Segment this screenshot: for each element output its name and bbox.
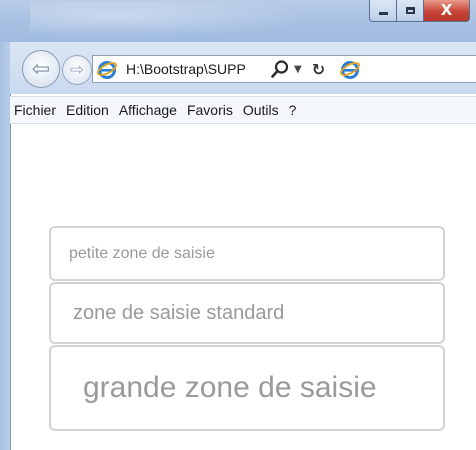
maximize-button[interactable]	[396, 0, 423, 22]
forward-arrow-icon: ⇨	[69, 60, 85, 80]
navigation-bar: ⇦ ⇨ H:\Bootstrap\SUPP ▼ ↻	[10, 42, 476, 94]
menu-favoris[interactable]: Favoris	[182, 99, 238, 121]
large-input-placeholder: grande zone de saisie	[83, 371, 377, 404]
menu-fichier[interactable]: Fichier	[10, 99, 61, 121]
maximize-icon	[405, 7, 415, 14]
search-icon[interactable]	[270, 59, 290, 79]
forward-button[interactable]: ⇨	[62, 55, 92, 85]
back-arrow-icon: ⇦	[31, 56, 51, 82]
menu-outils[interactable]: Outils	[238, 99, 284, 121]
page-content: petite zone de saisie zone de saisie sta…	[11, 124, 476, 450]
menu-affichage[interactable]: Affichage	[114, 99, 182, 121]
browser-window: X ⇦ ⇨ H:\Bootstrap\SUPP ▼ ↻ Fichier Edit…	[0, 0, 476, 450]
standard-input-placeholder: zone de saisie standard	[73, 301, 285, 324]
small-input[interactable]: petite zone de saisie	[49, 226, 445, 281]
close-button[interactable]: X	[423, 0, 470, 22]
refresh-icon[interactable]: ↻	[312, 60, 325, 79]
title-bar-glass	[30, 2, 310, 38]
menu-bar: Fichier Edition Affichage Favoris Outils…	[10, 96, 476, 124]
menu-edition[interactable]: Edition	[61, 99, 114, 121]
close-icon: X	[440, 1, 453, 19]
minimize-button[interactable]	[369, 0, 396, 22]
standard-input[interactable]: zone de saisie standard	[49, 282, 445, 344]
window-controls: X	[369, 0, 470, 22]
menu-help[interactable]: ?	[284, 99, 302, 121]
ie-tab-icon[interactable]	[339, 58, 361, 80]
large-input[interactable]: grande zone de saisie	[49, 345, 445, 431]
minimize-icon	[378, 12, 388, 15]
small-input-placeholder: petite zone de saisie	[69, 244, 215, 262]
chevron-down-icon[interactable]: ▼	[294, 64, 302, 75]
back-button[interactable]: ⇦	[22, 50, 60, 88]
ie-page-icon	[96, 58, 118, 80]
address-text[interactable]: H:\Bootstrap\SUPP	[126, 61, 266, 77]
address-bar[interactable]: H:\Bootstrap\SUPP ▼ ↻	[92, 55, 476, 83]
title-bar[interactable]: X	[0, 0, 476, 42]
